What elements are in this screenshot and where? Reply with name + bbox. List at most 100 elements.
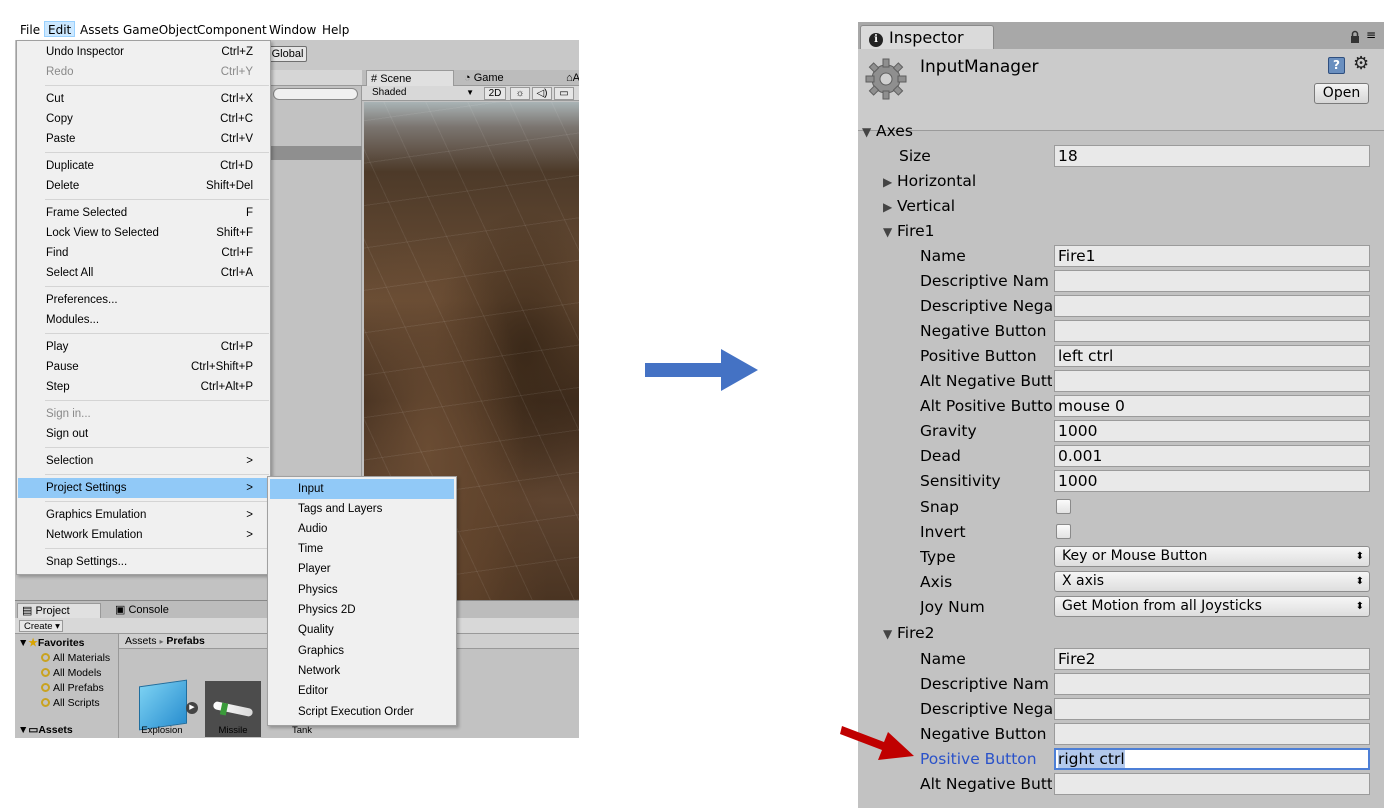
menu-item-select-all[interactable]: Select All Ctrl+A <box>18 263 269 283</box>
menu-item-preferences[interactable]: Preferences... <box>18 290 269 310</box>
axes-foldout[interactable]: ▼ Axes <box>862 119 1372 143</box>
horizontal-foldout[interactable]: ▶ Horizontal <box>883 169 1183 193</box>
fire1-gravity-field[interactable]: 1000 <box>1054 420 1370 442</box>
create-button[interactable]: Create ▾ <box>19 620 63 632</box>
assets-tree-root[interactable]: ▼▭Assets <box>18 724 73 736</box>
fire1-desc-neg-field[interactable] <box>1054 295 1370 317</box>
menu-assets[interactable]: Assets <box>77 22 122 38</box>
size-field[interactable]: 18 <box>1054 145 1370 167</box>
audio-toggle-icon[interactable]: ◁) <box>532 87 552 100</box>
2d-toggle-button[interactable]: 2D <box>484 87 506 100</box>
fire1-dead-field[interactable]: 0.001 <box>1054 445 1370 467</box>
menu-help[interactable]: Help <box>319 22 352 38</box>
fire1-name-field[interactable]: Fire1 <box>1054 245 1370 267</box>
favorite-item[interactable]: All Scripts <box>41 697 100 709</box>
tab-game[interactable]: ◔ Game <box>460 70 530 86</box>
fire2-alt-neg-field[interactable] <box>1054 773 1370 795</box>
menu-gameobject[interactable]: GameObject <box>120 22 201 38</box>
fire2-name-field[interactable]: Fire2 <box>1054 648 1370 670</box>
submenu-item-tags-layers[interactable]: Tags and Layers <box>270 499 454 519</box>
menu-item-modules[interactable]: Modules... <box>18 310 269 330</box>
menu-item-lock-view[interactable]: Lock View to Selected Shift+F <box>18 223 269 243</box>
invert-checkbox[interactable] <box>1056 524 1071 539</box>
submenu-item-quality[interactable]: Quality <box>270 620 454 640</box>
fire2-pos-button-field[interactable]: right ctrl <box>1054 748 1370 770</box>
tab-scene[interactable]: # Scene <box>366 70 454 86</box>
effects-toggle-icon[interactable]: ▭ <box>554 87 574 100</box>
open-button[interactable]: Open <box>1314 83 1369 104</box>
menu-item-duplicate[interactable]: Duplicate Ctrl+D <box>18 156 269 176</box>
fire1-alt-neg-field[interactable] <box>1054 370 1370 392</box>
submenu-item-time[interactable]: Time <box>270 539 454 559</box>
menu-item-play[interactable]: Play Ctrl+P <box>18 337 269 357</box>
submenu-item-network[interactable]: Network <box>270 661 454 681</box>
tab-menu-icon[interactable]: ≡ <box>1366 28 1376 42</box>
menu-item-cut[interactable]: Cut Ctrl+X <box>18 89 269 109</box>
submenu-item-input[interactable]: Input <box>270 479 454 499</box>
menu-item-paste[interactable]: Paste Ctrl+V <box>18 129 269 149</box>
breadcrumb-root[interactable]: Assets <box>125 635 157 647</box>
tab-asset-store[interactable]: ⌂As <box>562 70 579 86</box>
favorite-item[interactable]: All Materials <box>41 652 110 664</box>
lock-icon[interactable] <box>1350 30 1360 43</box>
snap-checkbox[interactable] <box>1056 499 1071 514</box>
submenu-item-audio[interactable]: Audio <box>270 519 454 539</box>
global-toggle-button[interactable]: Global <box>268 46 307 62</box>
hierarchy-selected-row[interactable] <box>270 146 362 160</box>
fire1-pos-button-field[interactable]: left ctrl <box>1054 345 1370 367</box>
fire1-sensitivity-field[interactable]: 1000 <box>1054 470 1370 492</box>
tab-console[interactable]: ▣ Console <box>111 603 169 618</box>
lighting-toggle-icon[interactable]: ☼ <box>510 87 530 100</box>
menu-item-find[interactable]: Find Ctrl+F <box>18 243 269 263</box>
fire1-foldout[interactable]: ▼ Fire1 <box>883 219 1183 243</box>
menu-item-step[interactable]: Step Ctrl+Alt+P <box>18 377 269 397</box>
fire2-foldout[interactable]: ▼ Fire2 <box>883 621 1183 645</box>
menu-edit[interactable]: Edit <box>44 21 76 37</box>
settings-gear-icon[interactable]: ⚙ <box>1353 53 1369 74</box>
axis-dropdown[interactable]: X axis ⬍ <box>1054 571 1370 592</box>
vertical-foldout[interactable]: ▶ Vertical <box>883 194 1183 218</box>
fire2-desc-name-field[interactable] <box>1054 673 1370 695</box>
favorite-item[interactable]: All Prefabs <box>41 682 104 694</box>
hierarchy-search-input[interactable] <box>273 88 358 100</box>
menu-item-sign-in[interactable]: Sign in... <box>18 404 269 424</box>
fire2-desc-neg-field[interactable] <box>1054 698 1370 720</box>
menu-item-snap-settings[interactable]: Snap Settings... <box>18 552 269 572</box>
fire2-neg-button-field[interactable] <box>1054 723 1370 745</box>
submenu-item-script-execution-order[interactable]: Script Execution Order <box>270 702 454 722</box>
help-icon[interactable]: ? <box>1328 57 1345 74</box>
tab-inspector[interactable]: i Inspector <box>860 25 994 49</box>
fire1-neg-button-field[interactable] <box>1054 320 1370 342</box>
joy-num-dropdown[interactable]: Get Motion from all Joysticks ⬍ <box>1054 596 1370 617</box>
menu-item-project-settings[interactable]: Project Settings > <box>18 478 269 498</box>
menu-item-pause[interactable]: Pause Ctrl+Shift+P <box>18 357 269 377</box>
menu-item-selection[interactable]: Selection > <box>18 451 269 471</box>
fire1-desc-name-field[interactable] <box>1054 270 1370 292</box>
favorite-item[interactable]: All Models <box>41 667 101 679</box>
menu-item-frame-selected[interactable]: Frame Selected F <box>18 203 269 223</box>
shading-mode-dropdown[interactable]: Shaded ▼ <box>368 87 478 99</box>
favorites-header[interactable]: ▼★Favorites <box>18 637 85 649</box>
menu-component[interactable]: Component <box>194 22 270 38</box>
menu-item-copy[interactable]: Copy Ctrl+C <box>18 109 269 129</box>
submenu-item-physics-2d[interactable]: Physics 2D <box>270 600 454 620</box>
fire1-alt-pos-field[interactable]: mouse 0 <box>1054 395 1370 417</box>
submenu-item-player[interactable]: Player <box>270 559 454 579</box>
tab-project[interactable]: ▤ Project <box>17 603 101 618</box>
submenu-item-physics[interactable]: Physics <box>270 580 454 600</box>
breadcrumb-current[interactable]: Prefabs <box>166 635 205 647</box>
play-icon[interactable]: ▶ <box>186 702 198 714</box>
menu-item-sign-out[interactable]: Sign out <box>18 424 269 444</box>
type-dropdown[interactable]: Key or Mouse Button ⬍ <box>1054 546 1370 567</box>
menu-file[interactable]: File <box>17 22 43 38</box>
menu-item-delete[interactable]: Delete Shift+Del <box>18 176 269 196</box>
explosion-prefab-thumbnail[interactable] <box>139 679 187 731</box>
menu-item-redo[interactable]: Redo Ctrl+Y <box>18 62 269 82</box>
submenu-item-editor[interactable]: Editor <box>270 681 454 701</box>
menu-item-network-emulation[interactable]: Network Emulation > <box>18 525 269 545</box>
menu-window[interactable]: Window <box>266 22 319 38</box>
menu-item-graphics-emulation[interactable]: Graphics Emulation > <box>18 505 269 525</box>
hierarchy-tab[interactable] <box>270 70 362 86</box>
menu-item-undo[interactable]: Undo Inspector Ctrl+Z <box>18 42 269 62</box>
submenu-item-graphics[interactable]: Graphics <box>270 641 454 661</box>
